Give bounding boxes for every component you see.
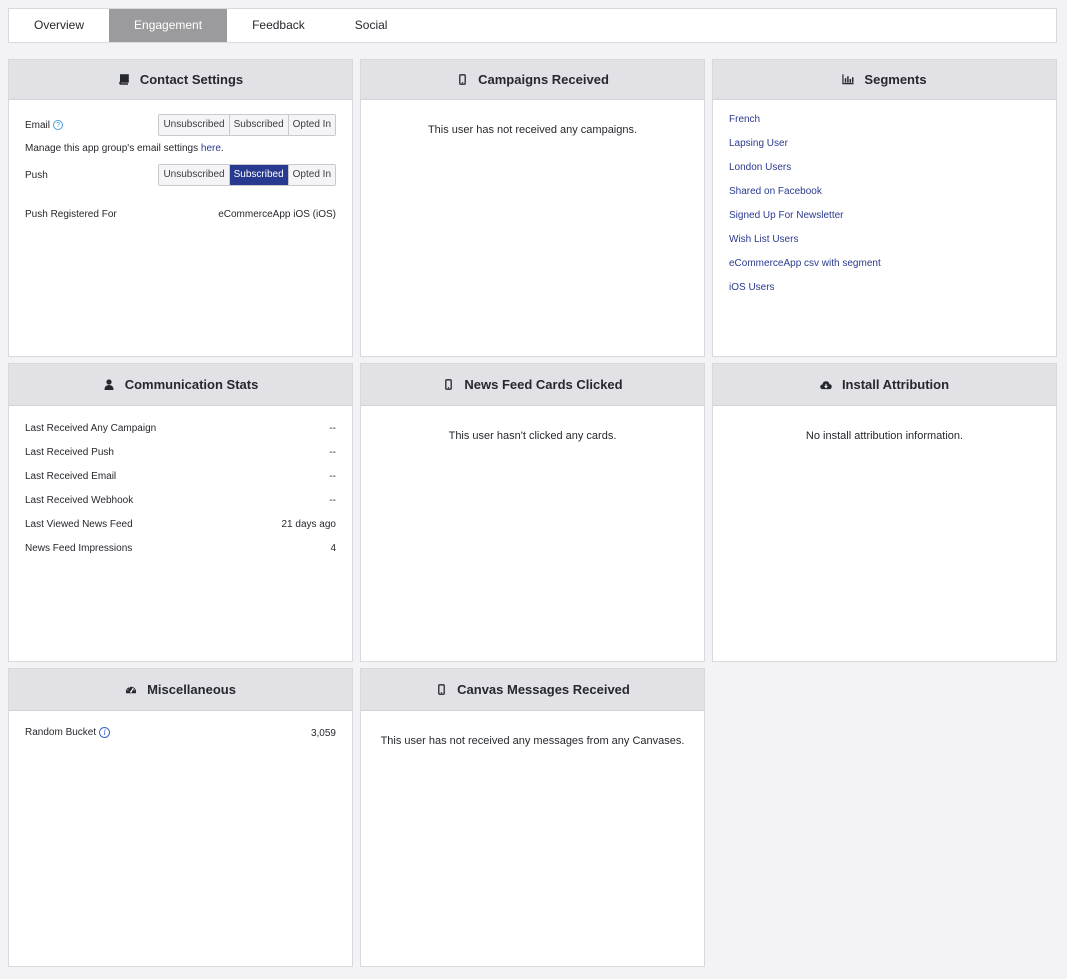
stat-row: News Feed Impressions 4 bbox=[25, 542, 336, 554]
book-icon bbox=[118, 74, 130, 86]
email-unsubscribed-button[interactable]: Unsubscribed bbox=[159, 115, 230, 135]
push-subscribed-button[interactable]: Subscribed bbox=[229, 165, 289, 185]
stat-row: Last Received Email -- bbox=[25, 470, 336, 482]
manage-email-link[interactable]: here bbox=[201, 143, 221, 154]
canvas-messages-header: Canvas Messages Received bbox=[361, 669, 704, 711]
tab-feedback[interactable]: Feedback bbox=[227, 9, 330, 42]
segment-link[interactable]: Shared on Facebook bbox=[729, 180, 1040, 204]
canvas-messages-panel: Canvas Messages Received This user has n… bbox=[360, 668, 705, 967]
canvas-messages-empty-message: This user has not received any messages … bbox=[380, 735, 685, 747]
push-subscription-toggle: Unsubscribed Subscribed Opted In bbox=[158, 164, 336, 186]
contact-settings-title: Contact Settings bbox=[139, 72, 244, 87]
email-subscription-toggle: Unsubscribed Subscribed Opted In bbox=[158, 114, 336, 136]
stat-row: Last Received Any Campaign -- bbox=[25, 422, 336, 434]
stat-row: Last Received Push -- bbox=[25, 446, 336, 458]
bar-chart-icon bbox=[842, 74, 854, 86]
push-registered-value: eCommerceApp iOS (iOS) bbox=[218, 208, 336, 220]
help-icon[interactable]: ? bbox=[53, 119, 64, 130]
segments-header: Segments bbox=[713, 60, 1056, 100]
push-unsubscribed-button[interactable]: Unsubscribed bbox=[159, 165, 230, 185]
mobile-phone-icon bbox=[435, 684, 447, 696]
canvas-messages-title: Canvas Messages Received bbox=[457, 682, 630, 697]
campaigns-received-title: Campaigns Received bbox=[478, 72, 609, 87]
install-attribution-title: Install Attribution bbox=[841, 377, 950, 392]
news-feed-cards-header: News Feed Cards Clicked bbox=[361, 364, 704, 406]
miscellaneous-panel: Miscellaneous Random Bucket i 3,059 bbox=[8, 668, 353, 967]
news-feed-cards-title: News Feed Cards Clicked bbox=[464, 377, 623, 392]
tab-overview[interactable]: Overview bbox=[9, 9, 109, 42]
push-opted-in-button[interactable]: Opted In bbox=[288, 165, 335, 185]
push-label: Push bbox=[25, 169, 48, 181]
segment-link[interactable]: Signed Up For Newsletter bbox=[729, 204, 1040, 228]
miscellaneous-header: Miscellaneous bbox=[9, 669, 352, 711]
miscellaneous-title: Miscellaneous bbox=[147, 682, 236, 697]
campaigns-received-header: Campaigns Received bbox=[361, 60, 704, 100]
communication-stats-header: Communication Stats bbox=[9, 364, 352, 406]
user-icon bbox=[103, 379, 115, 391]
segment-link[interactable]: eCommerceApp csv with segment bbox=[729, 252, 1040, 276]
news-feed-cards-panel: News Feed Cards Clicked This user hasn't… bbox=[360, 363, 705, 662]
campaigns-empty-message: This user has not received any campaigns… bbox=[427, 124, 638, 136]
install-attribution-panel: Install Attribution No install attributi… bbox=[712, 363, 1057, 662]
random-bucket-label: Random Bucket i bbox=[25, 727, 111, 739]
communication-stats-panel: Communication Stats Last Received Any Ca… bbox=[8, 363, 353, 662]
segment-link[interactable]: iOS Users bbox=[729, 276, 1040, 300]
communication-stats-title: Communication Stats bbox=[124, 377, 259, 392]
stat-row: Last Received Webhook -- bbox=[25, 494, 336, 506]
tab-engagement[interactable]: Engagement bbox=[109, 9, 228, 42]
segments-title: Segments bbox=[864, 72, 927, 87]
tab-social[interactable]: Social bbox=[330, 9, 413, 42]
mobile-phone-icon bbox=[456, 74, 468, 86]
contact-settings-panel: Contact Settings Email? Unsubscribed Sub… bbox=[8, 59, 353, 357]
info-icon[interactable]: i bbox=[99, 727, 111, 739]
cloud-download-icon bbox=[820, 379, 832, 391]
email-opted-in-button[interactable]: Opted In bbox=[288, 115, 335, 135]
push-registered-label: Push Registered For bbox=[25, 208, 117, 220]
install-attribution-header: Install Attribution bbox=[713, 364, 1056, 406]
contact-settings-header: Contact Settings bbox=[9, 60, 352, 100]
email-label: Email? bbox=[25, 119, 64, 131]
stat-row: Last Viewed News Feed 21 days ago bbox=[25, 518, 336, 530]
segment-link[interactable]: Lapsing User bbox=[729, 132, 1040, 156]
segments-panel: Segments French Lapsing User London User… bbox=[712, 59, 1057, 357]
segment-link[interactable]: Wish List Users bbox=[729, 228, 1040, 252]
segment-link[interactable]: London Users bbox=[729, 156, 1040, 180]
install-attribution-empty-message: No install attribution information. bbox=[805, 430, 964, 442]
manage-email-note: Manage this app group's email settings h… bbox=[25, 143, 224, 154]
campaigns-received-panel: Campaigns Received This user has not rec… bbox=[360, 59, 705, 357]
mobile-phone-icon bbox=[442, 379, 454, 391]
dashboard-icon bbox=[125, 684, 137, 696]
news-feed-empty-message: This user hasn't clicked any cards. bbox=[448, 430, 617, 442]
email-subscribed-button[interactable]: Subscribed bbox=[229, 115, 289, 135]
random-bucket-row: Random Bucket i 3,059 bbox=[25, 721, 336, 745]
segment-link[interactable]: French bbox=[729, 108, 1040, 132]
random-bucket-value: 3,059 bbox=[310, 727, 336, 739]
tab-bar: Overview Engagement Feedback Social bbox=[8, 8, 1057, 43]
